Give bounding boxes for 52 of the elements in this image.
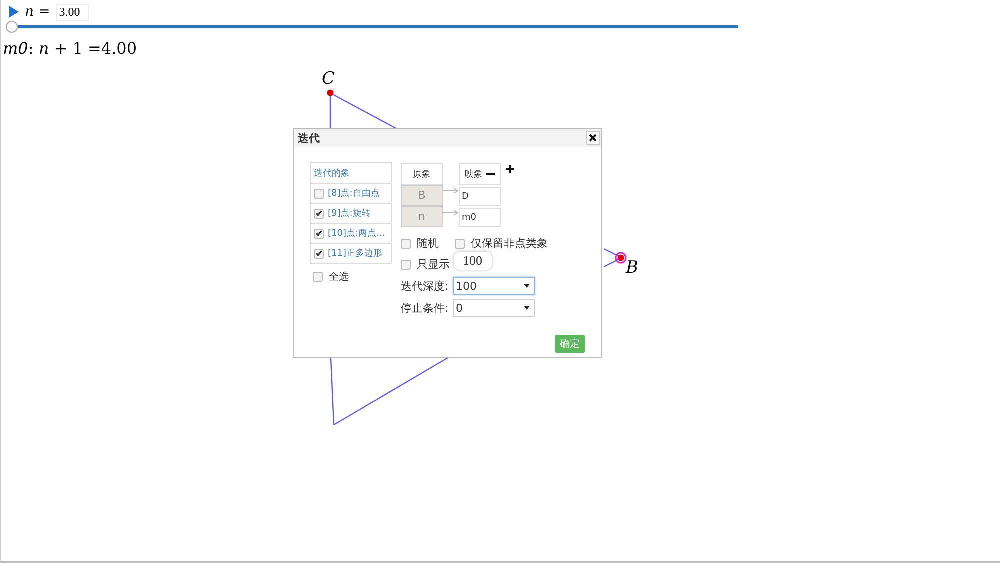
checkbox[interactable] bbox=[313, 272, 323, 282]
caret-icon bbox=[524, 306, 530, 310]
plus-icon[interactable] bbox=[506, 165, 514, 173]
checkbox[interactable] bbox=[314, 248, 324, 258]
point-label: B bbox=[626, 258, 638, 278]
formula-text: m0: n + 1 =4.00 bbox=[2, 38, 138, 58]
checkbox[interactable] bbox=[314, 208, 324, 218]
target-field[interactable]: D bbox=[459, 187, 501, 206]
stop-dropdown[interactable]: 0 bbox=[453, 299, 535, 317]
list-item[interactable]: [9]点:旋转 bbox=[310, 204, 392, 224]
source-cell: n bbox=[401, 206, 443, 227]
item-label: [9]点:旋转 bbox=[328, 208, 371, 220]
checkbox[interactable] bbox=[401, 238, 411, 248]
play-icon[interactable] bbox=[9, 6, 19, 18]
checkbox-label: 仅保留非点类象 bbox=[471, 236, 548, 251]
field-label: 迭代深度: bbox=[401, 278, 450, 294]
checkbox-label: 全选 bbox=[329, 270, 349, 284]
close-icon bbox=[589, 134, 597, 142]
minus-icon[interactable] bbox=[486, 172, 495, 176]
checkbox[interactable] bbox=[314, 228, 324, 238]
list-item[interactable]: [8]点:自由点 bbox=[310, 184, 392, 204]
checkbox[interactable] bbox=[314, 188, 324, 198]
checkbox-label: 只显示 bbox=[417, 257, 450, 272]
point[interactable] bbox=[327, 90, 334, 96]
checkbox[interactable] bbox=[455, 238, 465, 248]
column-header: 原象 bbox=[401, 163, 443, 185]
dialog-title: 迭代 bbox=[298, 130, 320, 146]
target-field[interactable]: m0 bbox=[459, 208, 501, 227]
segment bbox=[604, 248, 620, 258]
value-field[interactable]: 3.00 bbox=[56, 4, 90, 20]
point[interactable] bbox=[615, 252, 627, 264]
variable-label: n = bbox=[25, 4, 50, 20]
item-label: [10]点:两点... bbox=[328, 228, 386, 240]
list-header: 迭代的象 bbox=[310, 162, 392, 184]
item-label: [8]点:自由点 bbox=[328, 188, 380, 200]
point-label: C bbox=[322, 69, 336, 89]
checkbox[interactable] bbox=[401, 260, 411, 270]
caret-icon bbox=[524, 284, 530, 288]
slider-thumb[interactable] bbox=[6, 21, 18, 33]
segment bbox=[604, 258, 620, 268]
close-button[interactable] bbox=[586, 131, 600, 145]
list-item[interactable]: [11]正多边形 bbox=[310, 244, 392, 264]
tooltip: 100 bbox=[454, 252, 492, 270]
column-header: 映象 bbox=[465, 168, 483, 180]
checkbox-label: 随机 bbox=[417, 236, 439, 251]
arrow-icon bbox=[443, 210, 459, 216]
arrow-icon bbox=[443, 188, 459, 194]
item-label: [11]正多边形 bbox=[328, 248, 382, 260]
depth-dropdown[interactable]: 100 bbox=[453, 277, 535, 295]
list-item[interactable]: [10]点:两点... bbox=[310, 224, 392, 244]
field-label: 停止条件: bbox=[401, 300, 450, 316]
source-cell: B bbox=[401, 185, 443, 206]
